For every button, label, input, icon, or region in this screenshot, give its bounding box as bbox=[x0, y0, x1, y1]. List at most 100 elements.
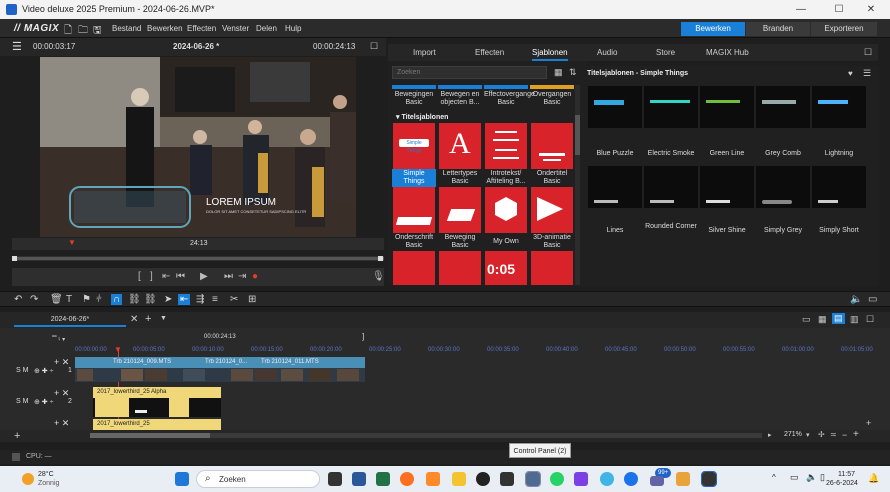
playhead-top-icon[interactable]: ▼ bbox=[114, 345, 122, 354]
multitrack-icon[interactable]: ≡ bbox=[212, 294, 218, 305]
tab-dropdown-icon[interactable]: ▼ bbox=[160, 315, 167, 322]
track3-add-icon[interactable]: + ✕ bbox=[54, 418, 69, 429]
prev-marker-icon[interactable]: ⏮ bbox=[176, 271, 185, 282]
menu-hulp[interactable]: Hulp bbox=[285, 24, 301, 33]
template-lightning[interactable] bbox=[812, 86, 866, 128]
mark-in-icon[interactable]: [ bbox=[138, 271, 141, 282]
unlink-icon[interactable]: ⛓ bbox=[144, 294, 157, 305]
view-list-icon[interactable]: ▥ bbox=[850, 314, 859, 325]
menu-bestand[interactable]: Bestand bbox=[112, 24, 141, 33]
firefox-icon[interactable] bbox=[400, 472, 414, 486]
task-view-icon[interactable] bbox=[328, 472, 342, 486]
pool-search-input[interactable]: Zoeken bbox=[392, 66, 547, 79]
weather-sun-icon[interactable] bbox=[22, 473, 34, 485]
tile-row3-b[interactable] bbox=[439, 251, 481, 285]
template-electric-smoke[interactable] bbox=[644, 86, 698, 128]
category-overgangen-basic[interactable]: Overgangen Basic bbox=[530, 91, 574, 107]
add-tab-icon[interactable]: + bbox=[145, 313, 151, 325]
mode-exporteren-button[interactable]: Exporteren bbox=[811, 22, 877, 36]
tile-simple-things[interactable]: Simple Things bbox=[393, 123, 435, 169]
app-icon-4[interactable] bbox=[574, 472, 588, 486]
video-clip-thumbnails[interactable] bbox=[75, 368, 365, 382]
panel-menu-icon[interactable]: ☰ bbox=[863, 68, 871, 79]
ripple-icon[interactable]: ⇶ bbox=[196, 294, 204, 305]
slider-handle-left[interactable] bbox=[12, 256, 17, 261]
track1-controls-icon[interactable]: ⊕ ✚ ÷ bbox=[34, 367, 53, 375]
playhead-marker-icon[interactable]: ▼ bbox=[68, 238, 76, 247]
redo-icon[interactable]: ↷ bbox=[30, 294, 38, 305]
timeline-project-tab[interactable]: 2024-06-26* bbox=[14, 313, 126, 327]
excel-icon[interactable] bbox=[376, 472, 390, 486]
tile-3d-animatie[interactable] bbox=[531, 187, 573, 233]
scroll-right-icon[interactable]: ▸ bbox=[768, 431, 772, 439]
rewind-icon[interactable]: ⇤ bbox=[162, 271, 170, 282]
mode-branden-button[interactable]: Branden bbox=[746, 22, 810, 36]
tab-import[interactable]: Import bbox=[413, 48, 436, 57]
tile-row3-a[interactable] bbox=[393, 251, 435, 285]
category-scrollbar[interactable] bbox=[575, 85, 580, 285]
view-storyboard-icon[interactable]: ▭ bbox=[802, 314, 811, 325]
favorite-icon[interactable]: ♥ bbox=[848, 69, 853, 78]
hamburger-menu-icon[interactable]: ☰ bbox=[12, 40, 22, 53]
play-icon[interactable]: ▶ bbox=[200, 271, 208, 282]
template-blue-puzzle[interactable] bbox=[588, 86, 642, 128]
title-clip-alpha-thumb[interactable] bbox=[93, 398, 221, 417]
timeline-hscrollbar[interactable] bbox=[90, 433, 762, 438]
add-track-icon[interactable]: + bbox=[14, 430, 20, 442]
template-green-line[interactable] bbox=[700, 86, 754, 128]
panel-layout-icon[interactable]: ▭ bbox=[868, 294, 877, 305]
word-icon[interactable] bbox=[352, 472, 366, 486]
fullscreen-icon[interactable]: ☐ bbox=[370, 41, 378, 52]
tab-magix-hub[interactable]: MAGIX Hub bbox=[706, 48, 749, 57]
tile-row3-c[interactable]: 0:05 bbox=[485, 251, 527, 285]
view-overview-icon[interactable]: ▦ bbox=[818, 314, 827, 325]
weather-temp[interactable]: 28°C bbox=[38, 471, 54, 478]
mouse-mode-icon[interactable]: ⇤ bbox=[178, 294, 191, 305]
timeline-ruler[interactable]: 00:00:00:00 00:00:05:00 00:00:10:00 00:0… bbox=[75, 347, 873, 356]
tab-sjablonen[interactable]: Sjablonen bbox=[532, 48, 568, 61]
volume-icon[interactable]: 🔈 bbox=[850, 294, 862, 305]
file-explorer-icon[interactable] bbox=[452, 472, 466, 486]
close-icon[interactable]: ✕ bbox=[858, 2, 884, 17]
timeline-options-icon[interactable]: ▔ ♮ ▾ bbox=[52, 336, 65, 343]
template-simply-short[interactable] bbox=[812, 166, 866, 208]
close-tab-icon[interactable]: ✕ bbox=[130, 314, 138, 325]
template-lines[interactable] bbox=[588, 166, 642, 208]
category-bewegingen-basic[interactable]: Bewegingen Basic bbox=[392, 91, 436, 107]
tile-onderschrift[interactable] bbox=[393, 187, 435, 233]
tile-ondertitel[interactable] bbox=[531, 123, 573, 169]
control-panel-icon[interactable] bbox=[525, 471, 541, 487]
split-icon[interactable]: ⫩ bbox=[96, 294, 102, 305]
tile-lettertypes[interactable]: A bbox=[439, 123, 481, 169]
pointer-icon[interactable]: ➤ bbox=[164, 294, 172, 305]
tray-chevron-icon[interactable]: ^ bbox=[772, 473, 776, 482]
mode-bewerken-button[interactable]: Bewerken bbox=[681, 22, 745, 36]
app-icon-3[interactable] bbox=[500, 472, 514, 486]
export-frame-icon[interactable]: ⊞ bbox=[248, 294, 256, 305]
app-icon-7[interactable] bbox=[676, 472, 690, 486]
tab-audio[interactable]: Audio bbox=[597, 48, 617, 57]
timeline-expand-icon[interactable]: ☐ bbox=[866, 314, 874, 325]
app-icon-1[interactable] bbox=[426, 472, 440, 486]
menu-bewerken[interactable]: Bewerken bbox=[147, 24, 183, 33]
grid-view-icon[interactable]: ▦ bbox=[554, 67, 563, 78]
title-clip[interactable]: 2017_lowerthird_25 bbox=[93, 419, 221, 430]
delete-icon[interactable]: 🗑 bbox=[50, 294, 63, 305]
slider-handle-right[interactable] bbox=[378, 256, 383, 261]
taskbar-search[interactable]: ⌕ Zoeken bbox=[196, 470, 320, 488]
app-icon-2[interactable] bbox=[476, 472, 490, 486]
clock-time[interactable]: 11:57 bbox=[838, 471, 855, 478]
preview-scrubber[interactable]: ▼ 24:13 bbox=[12, 238, 384, 250]
forward-icon[interactable]: ⇥ bbox=[238, 271, 246, 282]
link-icon[interactable]: ⛓ bbox=[128, 294, 141, 305]
zoom-out-icon[interactable]: − bbox=[842, 430, 847, 440]
undo-icon[interactable]: ↶ bbox=[14, 294, 22, 305]
track1-flags[interactable]: S M bbox=[16, 367, 28, 374]
title-clip-alpha[interactable]: 2017_lowerthird_25 Alpha bbox=[93, 387, 221, 398]
menu-venster[interactable]: Venster bbox=[222, 24, 249, 33]
range-end-marker[interactable]: ] bbox=[362, 332, 364, 341]
pool-expand-icon[interactable]: ☐ bbox=[864, 47, 872, 58]
template-rounded-corner[interactable] bbox=[644, 166, 698, 208]
tab-effecten[interactable]: Effecten bbox=[475, 48, 504, 57]
tile-row3-d[interactable] bbox=[531, 251, 573, 285]
